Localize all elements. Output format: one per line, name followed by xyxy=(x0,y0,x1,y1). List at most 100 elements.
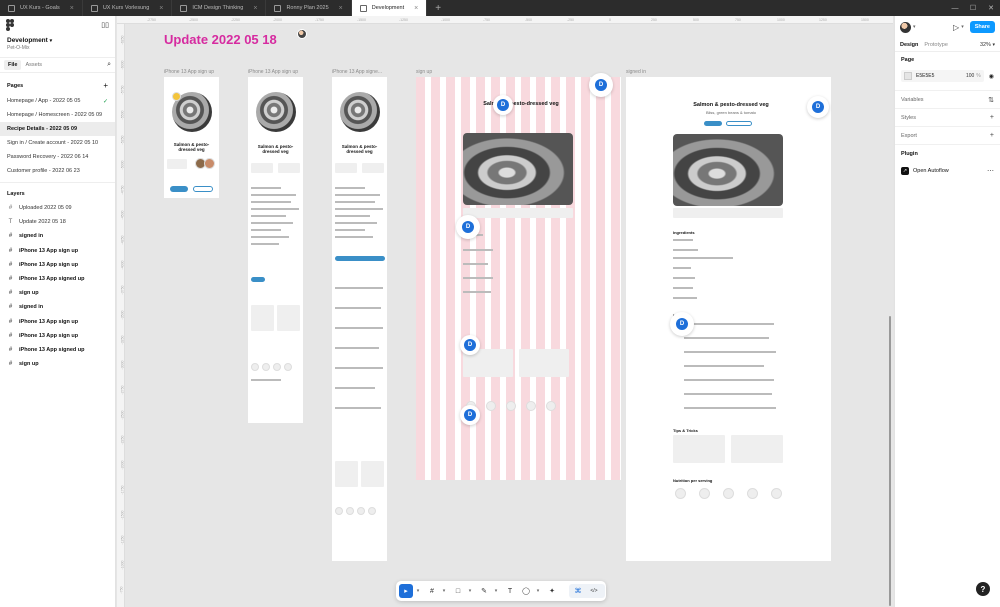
tab-development[interactable]: Development × xyxy=(351,0,428,16)
frame-label[interactable]: iPhone 13 App signe... xyxy=(332,69,382,75)
collaborator-cursor[interactable]: D xyxy=(670,312,694,336)
chevron-down-icon[interactable]: ▾ xyxy=(415,584,421,598)
design-mode-icon[interactable]: ⌘ xyxy=(571,584,585,598)
tab-file[interactable]: File xyxy=(4,60,22,70)
project-title[interactable]: Development ▾ xyxy=(0,34,115,44)
layer-item[interactable]: # iPhone 13 App sign up xyxy=(0,329,115,343)
collaborator-cursor[interactable]: D xyxy=(493,95,513,115)
signup-desktop-frame[interactable]: Salmon & pesto-dressed veg xyxy=(416,77,621,480)
chevron-down-icon[interactable]: ▾ xyxy=(913,24,916,30)
frame-label[interactable]: signed in xyxy=(626,69,646,75)
tab-ronny-plan[interactable]: Ronny Plan 2025 × xyxy=(266,0,352,16)
move-tool-icon[interactable]: ▸ xyxy=(399,584,413,598)
plugin-item[interactable]: ↗ Open Autoflow ⋯ xyxy=(895,163,1000,179)
shopping-pill[interactable] xyxy=(726,121,752,126)
chevron-down-icon[interactable]: ▾ xyxy=(467,584,473,598)
tab-ux-kurs-vorlesung[interactable]: UX Kurs Vorlesung × xyxy=(83,0,173,16)
collaborator-cursor[interactable]: D xyxy=(807,96,829,118)
styles-section[interactable]: Styles + xyxy=(895,109,1000,127)
user-avatar[interactable] xyxy=(900,21,911,33)
signedin-desktop-frame[interactable]: Salmon & pesto-dressed veg Bliss, green … xyxy=(626,77,831,561)
maximize-icon[interactable]: ☐ xyxy=(964,0,982,16)
tab-design[interactable]: Design xyxy=(900,42,918,48)
sliders-icon[interactable]: ⇅ xyxy=(988,96,994,104)
method-pill[interactable] xyxy=(251,277,265,282)
collaborator-avatar[interactable] xyxy=(297,29,307,39)
layer-item[interactable]: # iPhone 13 App sign up xyxy=(0,315,115,329)
layer-item[interactable]: # sign up xyxy=(0,286,115,300)
search-icon[interactable]: ⌕ xyxy=(107,61,111,69)
add-icon[interactable]: + xyxy=(990,114,994,121)
tab-prototype[interactable]: Prototype xyxy=(924,42,948,48)
more-options-icon[interactable]: ⋯ xyxy=(987,167,994,175)
tab-icm-design-thinking[interactable]: ICM Design Thinking × xyxy=(172,0,267,16)
toggle-sidebar-icon[interactable]: ▯▯ xyxy=(101,21,109,29)
collaborator-cursor[interactable]: D xyxy=(460,335,480,355)
close-icon[interactable]: × xyxy=(339,5,343,12)
iphone-frame-2[interactable]: Salmon & pesto-dressed veg xyxy=(248,77,303,423)
tab-ux-kurs-goals[interactable]: UX Kurs - Goals × xyxy=(0,0,83,16)
add-icon[interactable]: + xyxy=(990,132,994,139)
close-icon[interactable]: × xyxy=(70,5,74,12)
dev-mode-icon[interactable]: </> xyxy=(587,584,601,598)
new-tab-button[interactable]: + xyxy=(427,3,449,14)
collaborator-cursor[interactable]: D xyxy=(589,73,613,97)
help-button[interactable]: ? xyxy=(976,582,990,596)
signin-button[interactable] xyxy=(193,186,213,192)
iphone-frame-3[interactable]: Salmon & pesto-dressed veg xyxy=(332,77,387,561)
chevron-down-icon[interactable]: ▾ xyxy=(441,584,447,598)
chevron-down-icon[interactable]: ▾ xyxy=(493,584,499,598)
layer-item[interactable]: # Uploaded 2022 05 09 xyxy=(0,201,115,215)
collaborator-cursor[interactable]: D xyxy=(460,405,480,425)
close-icon[interactable]: × xyxy=(159,5,163,12)
text-tool-icon[interactable]: T xyxy=(503,584,517,598)
frame-tool-icon[interactable]: # xyxy=(425,584,439,598)
layer-item[interactable]: # iPhone 13 App signed up xyxy=(0,343,115,357)
close-window-icon[interactable]: ✕ xyxy=(982,0,1000,16)
minimize-icon[interactable]: — xyxy=(946,0,964,16)
save-pill[interactable] xyxy=(704,121,722,126)
frame-label[interactable]: iPhone 13 App sign up xyxy=(248,69,298,75)
layer-item[interactable]: # iPhone 13 App sign up xyxy=(0,244,115,258)
share-button[interactable]: Share xyxy=(969,21,995,33)
page-item[interactable]: Homepage / Homescreen - 2022 05 09 xyxy=(0,108,115,122)
close-icon[interactable]: × xyxy=(253,5,257,12)
export-section[interactable]: Export + xyxy=(895,127,1000,145)
page-color-field[interactable]: E5E5E5 100 % xyxy=(901,70,984,82)
page-item-active[interactable]: Recipe Details - 2022 05 09 xyxy=(0,122,115,136)
layer-item[interactable]: # signed in xyxy=(0,300,115,314)
chevron-down-icon[interactable]: ▾ xyxy=(961,24,964,30)
pen-tool-icon[interactable]: ✎ xyxy=(477,584,491,598)
close-icon[interactable]: × xyxy=(414,5,418,12)
page-item[interactable]: Homepage / App - 2022 05 05 ✓ xyxy=(0,94,115,108)
figma-logo-icon[interactable] xyxy=(6,19,16,31)
color-swatch[interactable] xyxy=(904,72,912,80)
layer-item[interactable]: # signed in xyxy=(0,229,115,243)
layer-item[interactable]: # iPhone 13 App sign up xyxy=(0,258,115,272)
add-to-shopping-button[interactable] xyxy=(335,256,385,261)
page-item[interactable]: Customer profile - 2022 06 23 xyxy=(0,164,115,178)
frame-label[interactable]: sign up xyxy=(416,69,432,75)
layer-item[interactable]: T Update 2022 05 18 xyxy=(0,215,115,229)
comment-tool-icon[interactable]: ◯ xyxy=(519,584,533,598)
variables-section[interactable]: Variables ⇅ xyxy=(895,91,1000,109)
chevron-down-icon[interactable]: ▾ xyxy=(535,584,541,598)
frame-label[interactable]: iPhone 13 App sign up xyxy=(164,69,214,75)
canvas-scrollbar[interactable] xyxy=(889,316,891,606)
page-item[interactable]: Password Recovery - 2022 06 14 xyxy=(0,150,115,164)
page-item[interactable]: Sign in / Create account - 2022 05 10 xyxy=(0,136,115,150)
zoom-level[interactable]: 32% ▾ xyxy=(980,42,995,48)
add-page-icon[interactable]: + xyxy=(103,81,108,90)
tab-assets[interactable]: Assets xyxy=(21,60,46,70)
shape-tool-icon[interactable]: □ xyxy=(451,584,465,598)
layer-item[interactable]: # sign up xyxy=(0,357,115,371)
layer-item[interactable]: # iPhone 13 App signed up xyxy=(0,272,115,286)
present-play-icon[interactable]: ▷ xyxy=(953,23,959,32)
canvas-title[interactable]: Update 2022 05 18 xyxy=(164,32,277,47)
eye-icon[interactable]: ◉ xyxy=(989,73,994,80)
collaborator-cursor[interactable]: D xyxy=(456,215,480,239)
canvas[interactable]: -2750 -2500 -2250 -2000 -1750 -1500 -1250 -1000… xyxy=(117,16,893,607)
iphone-frame-1[interactable]: Salmon & pesto-dressed veg xyxy=(164,77,219,198)
actions-icon[interactable]: ✦ xyxy=(545,584,559,598)
signup-button[interactable] xyxy=(170,186,188,192)
